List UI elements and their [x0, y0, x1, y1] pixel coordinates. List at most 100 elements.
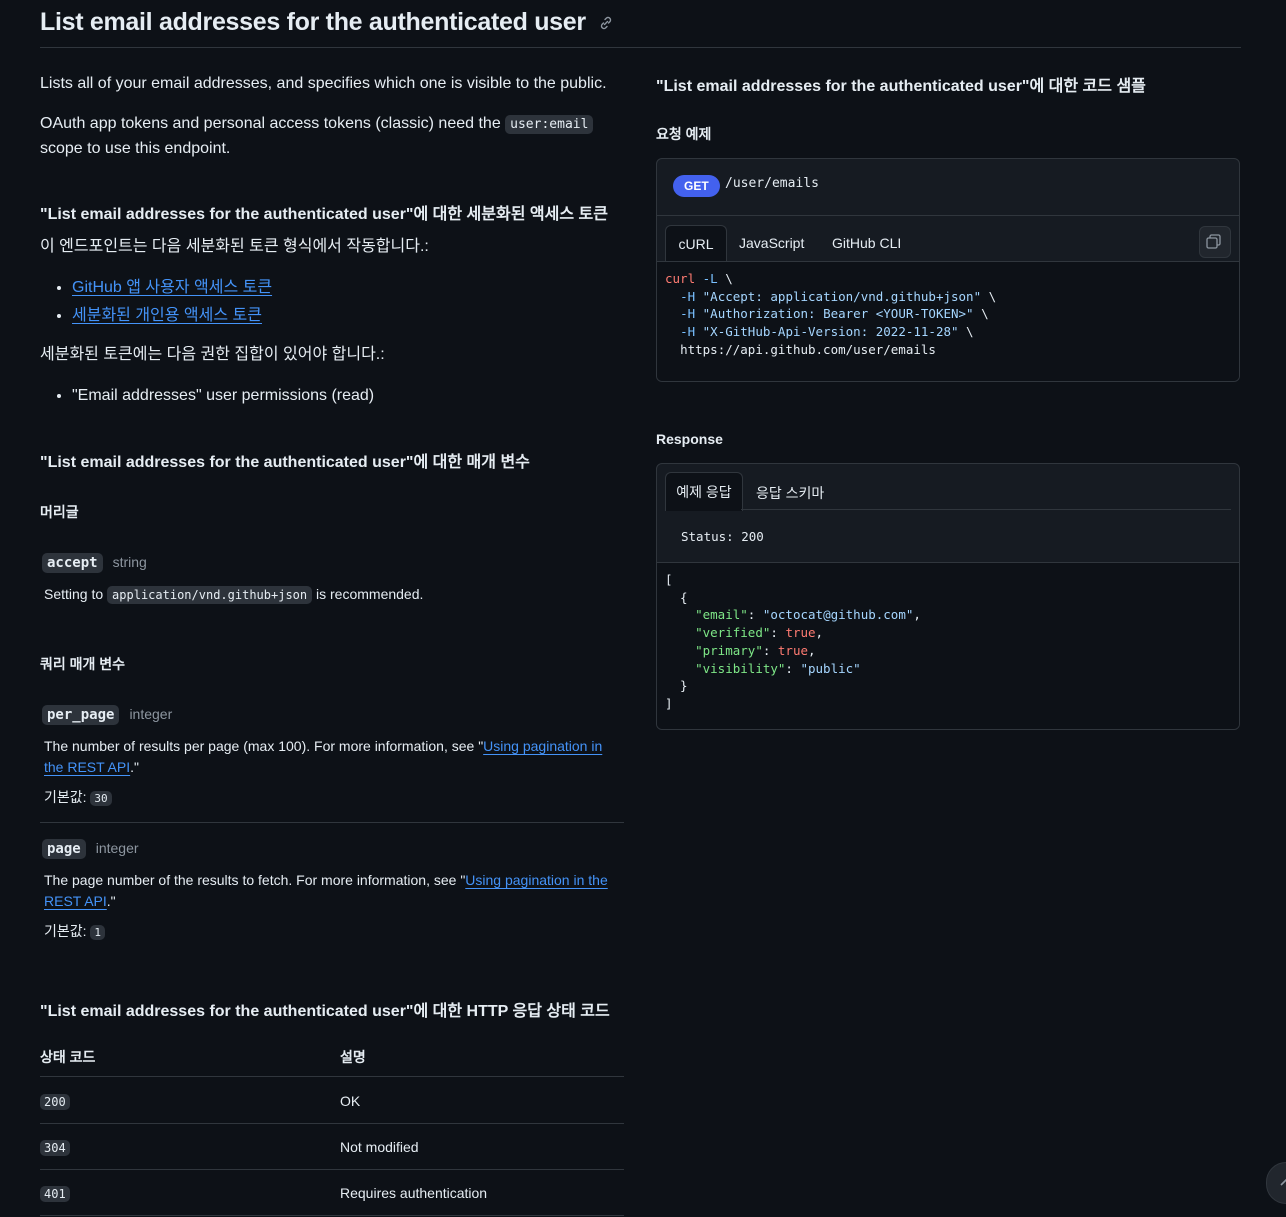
row-divider	[40, 1169, 624, 1170]
param-name: per_page	[42, 705, 120, 725]
request-example-label: 요청 예제	[656, 126, 712, 142]
table-row: 401	[40, 1185, 70, 1203]
json-value: "octocat@github.com"	[762, 607, 914, 623]
copy-icon	[1206, 234, 1221, 249]
param-name: page	[42, 839, 86, 859]
fine-grained-desc: 이 엔드포인트는 다음 세분화된 토큰 형식에서 작동합니다.:	[40, 238, 429, 255]
list-item: GitHub 앱 사용자 액세스 토큰	[72, 274, 272, 302]
param-page-default: 기본값: 1	[44, 921, 106, 941]
param-page: page integer	[42, 839, 139, 859]
status-code: 401	[40, 1186, 70, 1202]
request-example-panel: GET /user/emails cURL JavaScript GitHub …	[656, 158, 1240, 382]
status-desc: Not modified	[340, 1139, 419, 1155]
curl-code-block: curl -L \ -H "Accept: application/vnd.gi…	[657, 261, 1239, 381]
param-per-page-desc: The number of results per page (max 100)…	[44, 736, 616, 778]
default-value: 30	[90, 791, 112, 806]
media-type-code: application/vnd.github+json	[107, 586, 313, 604]
json-key: "primary"	[695, 642, 763, 658]
list-item: "Email addresses" user permissions (read…	[72, 382, 374, 410]
col-header-desc: 설명	[340, 1049, 366, 1065]
status-code: 304	[40, 1140, 70, 1156]
table-row: 304	[40, 1139, 70, 1157]
status-desc: OK	[340, 1093, 361, 1109]
desc-text: Setting to	[44, 586, 108, 602]
permission-list: "Email addresses" user permissions (read…	[40, 382, 374, 410]
get-method-badge: GET	[673, 175, 720, 197]
intro-text: Lists all of your email addresses, and s…	[40, 75, 607, 92]
table-header-divider	[40, 1076, 624, 1077]
page-title: List email addresses for the authenticat…	[40, 8, 614, 37]
json-key: "verified"	[695, 625, 771, 641]
desc-text: The number of results per page (max 100)…	[44, 738, 484, 754]
chevron-up-icon	[1280, 1178, 1286, 1186]
json-key: "visibility"	[695, 660, 786, 676]
token-type-link-app[interactable]: GitHub 앱 사용자 액세스 토큰	[72, 279, 272, 296]
status-desc: Requires authentication	[340, 1185, 488, 1201]
json-value: true	[777, 642, 809, 658]
param-accept: accept string	[42, 553, 147, 573]
curl-flag: -L	[702, 271, 718, 286]
param-accept-desc: Setting to application/vnd.github+json i…	[44, 584, 423, 606]
col-header-code: 상태 코드	[40, 1049, 96, 1065]
token-type-link-pat[interactable]: 세분화된 개인용 액세스 토큰	[72, 307, 262, 324]
desc-text: is recommended.	[312, 586, 424, 602]
default-label: 기본값:	[44, 923, 87, 939]
curl-cmd: curl	[665, 271, 696, 286]
page-title-text: List email addresses for the authenticat…	[40, 8, 586, 36]
anchor-link-icon[interactable]	[598, 15, 614, 31]
oauth-text: OAuth app tokens and personal access tok…	[40, 112, 620, 161]
scope-code: user:email	[505, 115, 594, 134]
curl-header: "Accept: application/vnd.github+json"	[702, 288, 982, 304]
fine-grained-heading: "List email addresses for the authentica…	[40, 206, 608, 223]
param-type: integer	[129, 706, 173, 722]
oauth-text-before: OAuth app tokens and personal access tok…	[40, 115, 506, 132]
scroll-to-top-button[interactable]	[1266, 1162, 1286, 1204]
curl-flag: -H	[680, 324, 696, 340]
row-divider	[40, 1215, 624, 1216]
panel-divider	[657, 215, 1239, 216]
tab-curl[interactable]: cURL	[665, 225, 727, 263]
code-samples-heading: "List email addresses for the authentica…	[656, 78, 1146, 95]
token-type-list: GitHub 앱 사용자 액세스 토큰 세분화된 개인용 액세스 토큰	[40, 274, 272, 330]
param-type: integer	[95, 840, 139, 856]
title-divider	[40, 47, 1241, 48]
tab-underline	[741, 509, 1231, 510]
query-label: 쿼리 매개 변수	[40, 656, 126, 672]
response-heading: Response	[656, 431, 723, 447]
status-codes-heading: "List email addresses for the authentica…	[40, 1003, 610, 1020]
curl-code: curl -L \ -H "Accept: application/vnd.gi…	[665, 271, 997, 357]
default-label: 기본값:	[44, 789, 87, 805]
list-item: 세분화된 개인용 액세스 토큰	[72, 302, 272, 330]
tab-response-schema[interactable]: 응답 스키마	[756, 483, 824, 503]
row-divider	[40, 1123, 624, 1124]
desc-text: ."	[106, 893, 116, 909]
param-divider	[40, 822, 624, 823]
curl-url: https://api.github.com/user/emails	[680, 341, 936, 357]
tab-example-response[interactable]: 예제 응답	[665, 472, 743, 511]
param-page-desc: The page number of the results to fetch.…	[44, 870, 616, 912]
curl-header: "Authorization: Bearer <YOUR-TOKEN>"	[702, 306, 974, 322]
desc-text: ."	[130, 759, 139, 775]
table-row: 200	[40, 1093, 70, 1111]
params-heading: "List email addresses for the authentica…	[40, 454, 530, 471]
response-status: Status: 200	[681, 529, 764, 544]
endpoint-path: /user/emails	[725, 176, 819, 191]
copy-button[interactable]	[1199, 226, 1231, 258]
response-json: [ { "email": "octocat@github.com", "veri…	[665, 572, 921, 711]
oauth-text-after: scope to use this endpoint.	[40, 140, 231, 157]
permission-desc: 세분화된 토큰에는 다음 권한 집합이 있어야 합니다.:	[40, 346, 385, 363]
param-per-page-default: 기본값: 30	[44, 787, 112, 807]
curl-header: "X-GitHub-Api-Version: 2022-11-28"	[702, 324, 959, 340]
json-value: "public"	[800, 660, 861, 676]
curl-flag: -H	[680, 306, 696, 322]
desc-text: The page number of the results to fetch.…	[44, 872, 466, 888]
default-value: 1	[90, 925, 106, 940]
param-name: accept	[42, 553, 103, 573]
json-key: "email"	[695, 607, 748, 623]
response-panel: 예제 응답 응답 스키마 Status: 200 [ { "email": "o…	[656, 463, 1240, 730]
tab-javascript[interactable]: JavaScript	[739, 235, 804, 251]
tab-github-cli[interactable]: GitHub CLI	[832, 235, 901, 251]
param-per-page: per_page integer	[42, 705, 173, 725]
response-json-block: [ { "email": "octocat@github.com", "veri…	[657, 562, 1239, 729]
param-type: string	[112, 554, 147, 570]
